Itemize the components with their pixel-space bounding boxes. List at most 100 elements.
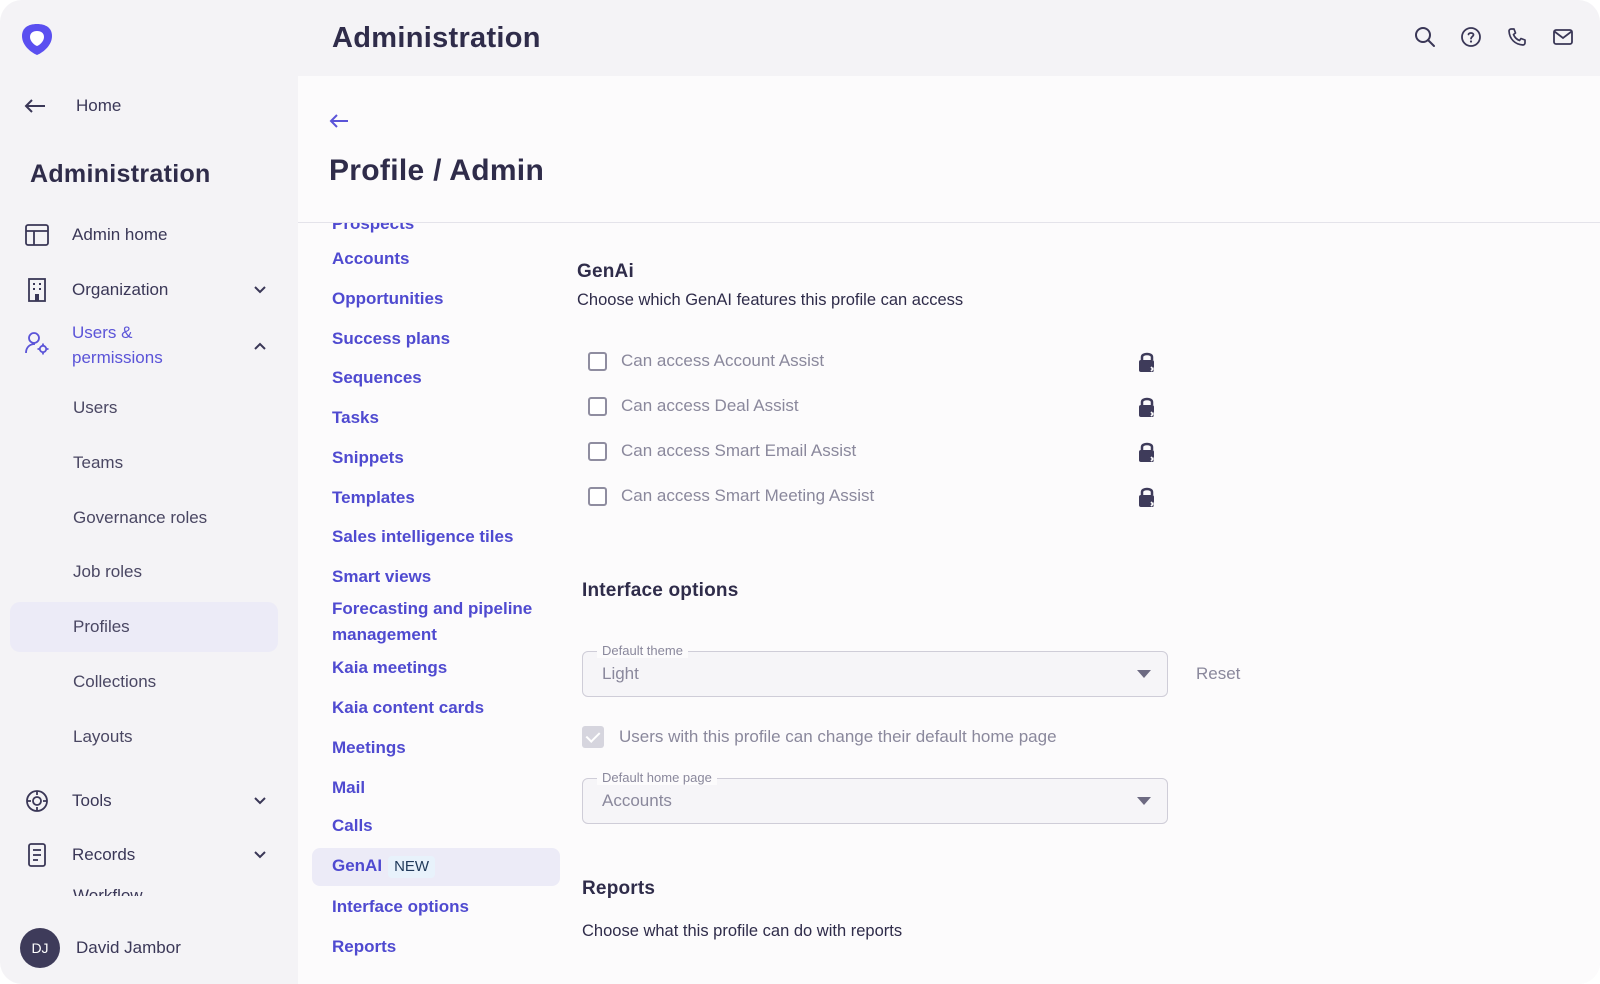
lock-icon xyxy=(1139,487,1158,507)
users-label-line2: permissions xyxy=(72,348,163,367)
reports-section-title: Reports xyxy=(582,878,656,899)
app-logo-icon[interactable] xyxy=(20,22,54,56)
user-name: David Jambor xyxy=(76,938,181,957)
back-arrow-icon[interactable] xyxy=(328,110,350,132)
option-label: Can access Smart Email Assist xyxy=(621,441,857,460)
page-title: Profile / Admin xyxy=(329,154,545,187)
records-icon xyxy=(28,843,46,867)
field-value: Light xyxy=(602,664,639,683)
sidebar-sub-collections[interactable]: Collections xyxy=(73,672,156,692)
subnav-mail[interactable]: Mail xyxy=(332,775,365,801)
subnav-reports[interactable]: Reports xyxy=(332,934,396,960)
sidebar-title: Administration xyxy=(30,160,211,188)
genai-section-description: Choose which GenAI features this profile… xyxy=(577,291,964,309)
chevron-up-icon[interactable] xyxy=(252,338,268,354)
checkbox[interactable] xyxy=(588,351,607,371)
subnav-success-plans[interactable]: Success plans xyxy=(332,326,450,352)
app-title: Administration xyxy=(332,22,541,54)
user-gear-icon xyxy=(25,332,49,355)
sidebar-item-tools[interactable]: Tools xyxy=(24,788,266,814)
genai-section-title: GenAi xyxy=(577,261,634,282)
top-bar: Administration xyxy=(0,0,1600,76)
subnav-forecasting[interactable]: Forecasting and pipeline management xyxy=(332,596,532,648)
option-label: Can access Smart Meeting Assist xyxy=(621,486,875,505)
avatar: DJ xyxy=(20,928,60,968)
chevron-down-icon[interactable] xyxy=(252,282,268,298)
interface-section-title: Interface options xyxy=(582,580,739,601)
mail-icon[interactable] xyxy=(1552,26,1574,48)
checkbox[interactable] xyxy=(588,486,607,506)
subnav-smart-views[interactable]: Smart views xyxy=(332,564,431,590)
sidebar-item-label: Records xyxy=(72,845,136,864)
option-label: Can access Account Assist xyxy=(621,351,825,370)
default-home-page-select[interactable]: Default home page Accounts xyxy=(582,770,1168,824)
building-icon xyxy=(28,278,46,302)
home-label: Home xyxy=(76,96,122,115)
users-label-line1: Users & xyxy=(72,323,133,342)
caret-down-icon xyxy=(1137,797,1151,805)
subnav-prospects[interactable]: Prospects xyxy=(332,223,414,237)
subnav-genai[interactable]: GenAI NEW xyxy=(332,853,436,879)
subnav-opportunities[interactable]: Opportunities xyxy=(332,286,443,312)
sidebar-sub-users[interactable]: Users xyxy=(73,398,117,418)
reports-section-description: Choose what this profile can do with rep… xyxy=(582,922,903,940)
forecasting-line1: Forecasting and pipeline xyxy=(332,599,533,618)
default-theme-select[interactable]: Default theme Light xyxy=(582,643,1168,697)
help-icon[interactable] xyxy=(1460,26,1482,48)
option-deal-assist[interactable]: Can access Deal Assist xyxy=(588,396,799,416)
genai-label: GenAI xyxy=(332,856,383,875)
checkbox[interactable] xyxy=(588,441,607,461)
sidebar-item-label: Admin home xyxy=(72,225,168,244)
sidebar-item-users-permissions[interactable]: Users & permissions xyxy=(24,320,266,370)
profile-subnav: Prospects Accounts Opportunities Success… xyxy=(298,223,568,984)
sidebar-sub-teams[interactable]: Teams xyxy=(73,453,123,473)
sidebar-item-admin-home[interactable]: Admin home xyxy=(24,222,167,248)
subnav-interface-options[interactable]: Interface options xyxy=(332,894,469,920)
sidebar-sub-layouts[interactable]: Layouts xyxy=(73,727,133,747)
field-value: Accounts xyxy=(602,791,672,810)
sidebar-sub-job-roles[interactable]: Job roles xyxy=(73,562,142,582)
lock-icon xyxy=(1139,442,1158,462)
lock-icon xyxy=(1139,352,1158,372)
option-smart-email-assist[interactable]: Can access Smart Email Assist xyxy=(588,441,856,461)
checkbox[interactable] xyxy=(588,396,607,416)
subnav-sequences[interactable]: Sequences xyxy=(332,365,422,391)
chevron-down-icon[interactable] xyxy=(252,847,268,863)
sidebar-item-label: Organization xyxy=(72,280,169,299)
phone-icon[interactable] xyxy=(1506,26,1528,48)
new-badge: NEW xyxy=(388,856,436,878)
lock-icon xyxy=(1139,397,1158,417)
subnav-accounts[interactable]: Accounts xyxy=(332,246,409,272)
sidebar-item-label: Tools xyxy=(72,791,112,810)
layout-icon xyxy=(25,224,49,246)
arrow-left-icon xyxy=(24,99,45,113)
subnav-meetings[interactable]: Meetings xyxy=(332,735,406,761)
reset-button[interactable]: Reset xyxy=(1196,664,1240,684)
subnav-sales-intelligence-tiles[interactable]: Sales intelligence tiles xyxy=(332,524,513,550)
option-smart-meeting-assist[interactable]: Can access Smart Meeting Assist xyxy=(588,486,874,506)
caret-down-icon xyxy=(1137,670,1151,678)
user-profile[interactable]: DJ David Jambor xyxy=(20,928,181,968)
sidebar-sub-profiles[interactable]: Profiles xyxy=(73,617,130,637)
sidebar-item-records[interactable]: Records xyxy=(24,842,266,868)
subnav-templates[interactable]: Templates xyxy=(332,485,415,511)
subnav-kaia-content-cards[interactable]: Kaia content cards xyxy=(332,695,484,721)
option-label: Can access Deal Assist xyxy=(621,396,799,415)
home-link[interactable]: Home xyxy=(24,96,121,116)
sidebar: Home Administration Admin home Organizat… xyxy=(0,76,298,984)
option-account-assist[interactable]: Can access Account Assist xyxy=(588,351,824,371)
subnav-calls[interactable]: Calls xyxy=(332,813,373,839)
subnav-kaia-meetings[interactable]: Kaia meetings xyxy=(332,655,447,681)
checkbox-checked[interactable] xyxy=(582,726,604,748)
sidebar-item-label: Users & permissions xyxy=(72,320,163,370)
main-panel: Profile / Admin Prospects Accounts Oppor… xyxy=(298,76,1600,984)
sidebar-sub-governance-roles[interactable]: Governance roles xyxy=(73,508,207,528)
home-page-change-option[interactable]: Users with this profile can change their… xyxy=(582,726,1057,748)
app-window: Administration Home Administration Admin… xyxy=(0,0,1600,984)
sidebar-item-organization[interactable]: Organization xyxy=(24,277,266,303)
search-icon[interactable] xyxy=(1414,26,1436,48)
subnav-tasks[interactable]: Tasks xyxy=(332,405,379,431)
chevron-down-icon[interactable] xyxy=(252,793,268,809)
sidebar-item-workflow[interactable]: Workflow xyxy=(73,886,143,896)
subnav-snippets[interactable]: Snippets xyxy=(332,445,404,471)
